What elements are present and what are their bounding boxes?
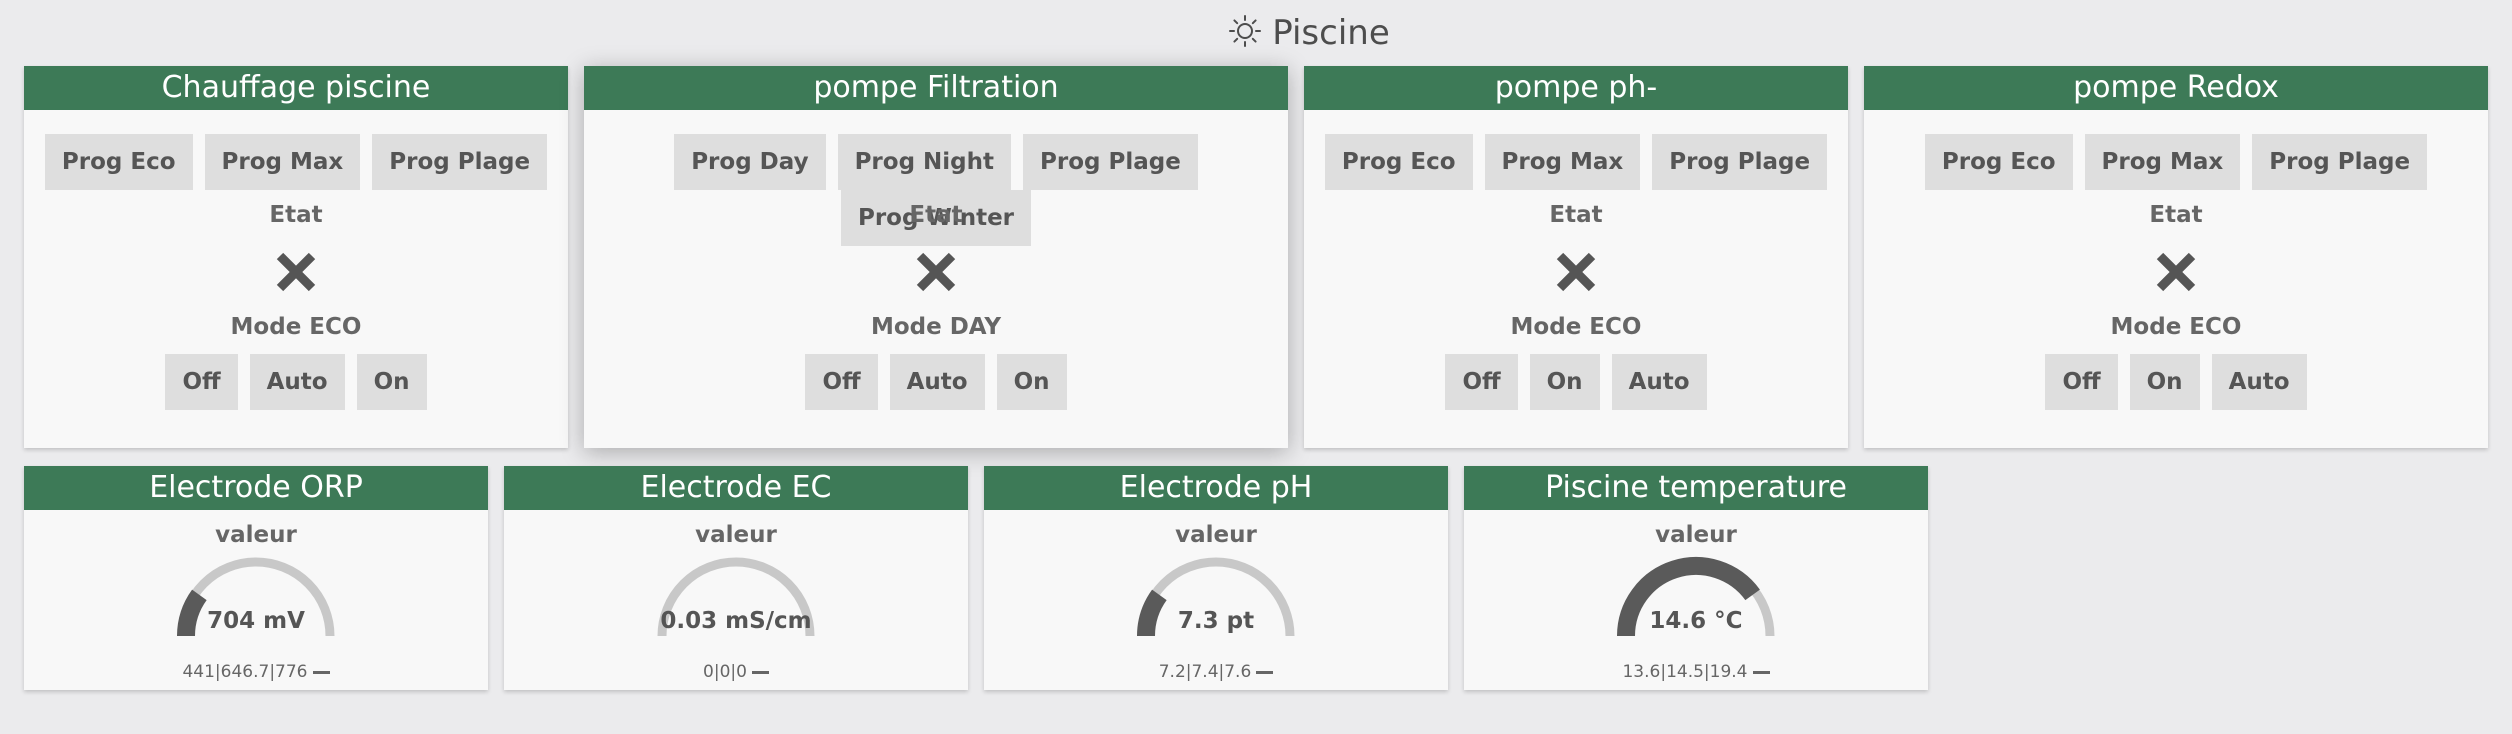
mode-off-button[interactable]: Off bbox=[2045, 354, 2118, 410]
sensor-value: 0.03 mS/cm bbox=[660, 608, 812, 634]
panel-title: Chauffage piscine bbox=[24, 66, 568, 110]
sensor-value: 7.3 pt bbox=[1177, 608, 1255, 634]
state-label: Etat bbox=[269, 202, 323, 228]
prog-max-button[interactable]: Prog Max bbox=[1484, 134, 1641, 190]
prog-plage-button[interactable]: Prog Plage bbox=[372, 134, 548, 190]
dash-icon bbox=[312, 670, 330, 674]
sensor-title: Electrode ORP bbox=[24, 466, 488, 510]
dash-icon bbox=[751, 670, 769, 674]
stats-text: 7.2|7.4|7.6 bbox=[1158, 662, 1252, 682]
sensor-value: 704 mV bbox=[207, 608, 305, 634]
cross-icon bbox=[2156, 252, 2196, 292]
mode-off-button[interactable]: Off bbox=[1445, 354, 1518, 410]
mode-label: Mode ECO bbox=[1510, 314, 1642, 340]
mode-auto-button[interactable]: Auto bbox=[2211, 354, 2307, 410]
panel-chauffage-piscine: Chauffage piscine Prog Eco Prog Max Prog P… bbox=[24, 66, 568, 448]
panel-title: pompe ph- bbox=[1304, 66, 1848, 110]
sensor-stats: 0|0|0 bbox=[504, 662, 968, 682]
sun-icon bbox=[1229, 15, 1262, 47]
stats-text: 441|646.7|776 bbox=[182, 662, 308, 682]
mode-on-button[interactable]: On bbox=[1529, 354, 1600, 410]
mode-label: Mode ECO bbox=[230, 314, 362, 340]
stats-text: 0|0|0 bbox=[703, 662, 747, 682]
sensor-label: valeur bbox=[695, 522, 777, 548]
prog-eco-button[interactable]: Prog Eco bbox=[1324, 134, 1473, 190]
prog-plage-button[interactable]: Prog Plage bbox=[1652, 134, 1828, 190]
sensor-label: valeur bbox=[215, 522, 297, 548]
sensor-title: Electrode pH bbox=[984, 466, 1448, 510]
dash-icon bbox=[1256, 670, 1274, 674]
prog-eco-button[interactable]: Prog Eco bbox=[44, 134, 193, 190]
sensor-stats: 441|646.7|776 bbox=[24, 662, 488, 682]
panel-pompe-filtration: pompe Filtration Prog Day Prog Night Prog … bbox=[584, 66, 1288, 448]
prog-night-button[interactable]: Prog Night bbox=[837, 134, 1011, 190]
page-title: Piscine bbox=[53, 8, 2512, 58]
dash-icon bbox=[1752, 670, 1770, 674]
mode-label: Mode DAY bbox=[870, 314, 1002, 340]
sensor-title: Electrode EC bbox=[504, 466, 968, 510]
sensor-label: valeur bbox=[1655, 522, 1737, 548]
sensor-value: 14.6 °C bbox=[1649, 608, 1743, 634]
prog-plage-button[interactable]: Prog Plage bbox=[2252, 134, 2428, 190]
sensor-piscine-temperature: Piscine temperature valeur 14.6 °C 13.6|… bbox=[1464, 466, 1928, 690]
sensor-stats: 7.2|7.4|7.6 bbox=[984, 662, 1448, 682]
mode-auto-button[interactable]: Auto bbox=[1611, 354, 1707, 410]
prog-eco-button[interactable]: Prog Eco bbox=[1924, 134, 2073, 190]
mode-off-button[interactable]: Off bbox=[805, 354, 878, 410]
sensor-title: Piscine temperature bbox=[1464, 466, 1928, 510]
mode-off-button[interactable]: Off bbox=[165, 354, 238, 410]
prog-max-button[interactable]: Prog Max bbox=[204, 134, 361, 190]
mode-label: Mode ECO bbox=[2110, 314, 2242, 340]
prog-max-button[interactable]: Prog Max bbox=[2084, 134, 2241, 190]
cross-icon bbox=[916, 252, 956, 292]
mode-on-button[interactable]: On bbox=[996, 354, 1067, 410]
sensor-electrode-orp: Electrode ORP valeur 704 mV 441|646.7|77… bbox=[24, 466, 488, 690]
state-label: Etat bbox=[2149, 202, 2203, 228]
sensor-stats: 13.6|14.5|19.4 bbox=[1464, 662, 1928, 682]
state-label: Etat bbox=[1549, 202, 1603, 228]
sensor-label: valeur bbox=[1175, 522, 1257, 548]
sensor-electrode-ph: Electrode pH valeur 7.3 pt 7.2|7.4|7.6 bbox=[984, 466, 1448, 690]
stats-text: 13.6|14.5|19.4 bbox=[1622, 662, 1748, 682]
panel-title: pompe Redox bbox=[1864, 66, 2488, 110]
cross-icon bbox=[1556, 252, 1596, 292]
cross-icon bbox=[276, 252, 316, 292]
prog-day-button[interactable]: Prog Day bbox=[674, 134, 826, 190]
panel-pompe-redox: pompe Redox Prog Eco Prog Max Prog Plage E… bbox=[1864, 66, 2488, 448]
mode-auto-button[interactable]: Auto bbox=[889, 354, 985, 410]
mode-on-button[interactable]: On bbox=[356, 354, 427, 410]
state-label: Etat bbox=[909, 202, 963, 228]
mode-on-button[interactable]: On bbox=[2129, 354, 2200, 410]
panel-title: pompe Filtration bbox=[584, 66, 1288, 110]
panel-pompe-ph: pompe ph- Prog Eco Prog Max Prog Plage Eta… bbox=[1304, 66, 1848, 448]
sensor-electrode-ec: Electrode EC valeur 0.03 mS/cm 0|0|0 bbox=[504, 466, 968, 690]
prog-plage-button[interactable]: Prog Plage bbox=[1023, 134, 1198, 190]
page-title-text: Piscine bbox=[1272, 13, 1390, 53]
mode-auto-button[interactable]: Auto bbox=[249, 354, 345, 410]
